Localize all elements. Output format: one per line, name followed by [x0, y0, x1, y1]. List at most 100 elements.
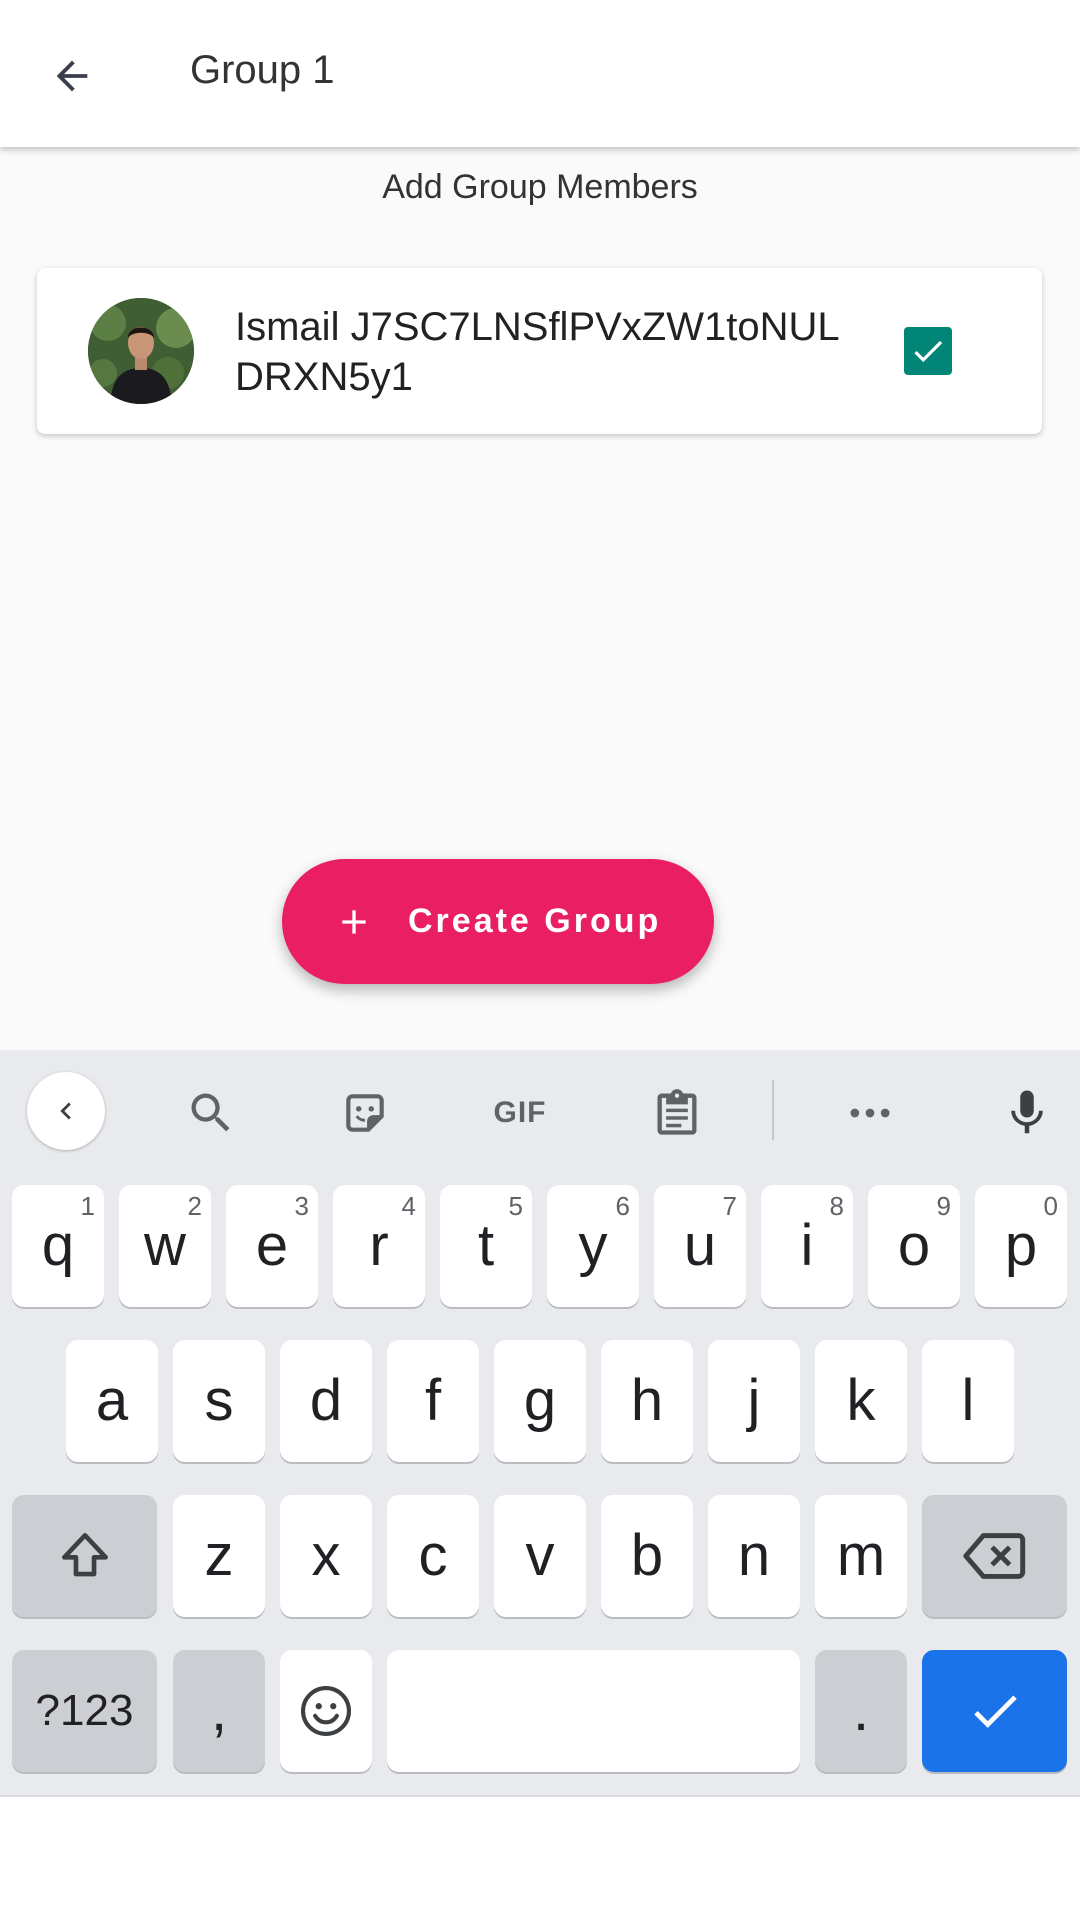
key-z[interactable]: z [173, 1495, 265, 1617]
shift-icon [61, 1533, 108, 1577]
back-button[interactable] [34, 38, 110, 114]
key-hint: 1 [80, 1191, 95, 1221]
key-o[interactable]: 9o [868, 1185, 960, 1307]
key-label: p [1004, 1213, 1038, 1278]
key-c[interactable]: c [387, 1495, 479, 1617]
key-label: j [747, 1368, 761, 1433]
key-hint: 2 [187, 1191, 202, 1221]
key-e[interactable]: 3e [226, 1185, 318, 1307]
plus-icon [334, 902, 374, 942]
enter-key[interactable] [922, 1650, 1067, 1772]
key-label: s [204, 1368, 234, 1433]
key-label: y [578, 1213, 608, 1278]
key-hint: 3 [294, 1191, 309, 1221]
key-label: z [204, 1523, 234, 1588]
key-label: i [800, 1213, 814, 1278]
key-label: n [737, 1523, 771, 1588]
key-label: d [309, 1368, 343, 1433]
key-x[interactable]: x [280, 1495, 372, 1617]
key-h[interactable]: h [601, 1340, 693, 1462]
key-hint: 6 [615, 1191, 630, 1221]
key-j[interactable]: j [708, 1340, 800, 1462]
key-f[interactable]: f [387, 1340, 479, 1462]
key-m[interactable]: m [815, 1495, 907, 1617]
symbols-key[interactable]: ?123 [12, 1650, 157, 1772]
keyboard-search[interactable] [176, 1078, 246, 1148]
section-title: Add Group Members [382, 168, 698, 206]
create-group-label: Create Group [408, 902, 662, 940]
key-label: q [41, 1213, 75, 1278]
key-label: w [144, 1213, 186, 1278]
key-label: f [424, 1368, 442, 1433]
key-s[interactable]: s [173, 1340, 265, 1462]
key-label: x [311, 1523, 341, 1588]
key-label: ?123 [35, 1686, 134, 1735]
key-y[interactable]: 6y [547, 1185, 639, 1307]
key-hint: 0 [1043, 1191, 1058, 1221]
key-label: o [897, 1213, 931, 1278]
key-u[interactable]: 7u [654, 1185, 746, 1307]
key-hint: 8 [829, 1191, 844, 1221]
key-i[interactable]: 8i [761, 1185, 853, 1307]
keyboard-clipboard[interactable] [642, 1078, 712, 1148]
keyboard-more[interactable] [835, 1078, 905, 1148]
key-label: g [523, 1368, 557, 1433]
member-name: Ismail J7SC7LNSflPVxZW1toNULDRXN5y1 [235, 305, 840, 399]
page-title: Group 1 [190, 48, 335, 92]
key-d[interactable]: d [280, 1340, 372, 1462]
gif-label: GIF [493, 1096, 547, 1129]
avatar [88, 298, 194, 404]
key-l[interactable]: l [922, 1340, 1014, 1462]
key-hint: 7 [722, 1191, 737, 1221]
search-icon [191, 1093, 230, 1132]
comma-key[interactable]: , [173, 1650, 265, 1772]
clipboard-icon [657, 1089, 697, 1135]
key-label: , [210, 1678, 228, 1743]
key-r[interactable]: 4r [333, 1185, 425, 1307]
key-g[interactable]: g [494, 1340, 586, 1462]
key-hint: 9 [936, 1191, 951, 1221]
period-key[interactable]: . [815, 1650, 907, 1772]
member-list-item[interactable]: Ismail J7SC7LNSflPVxZW1toNULDRXN5y1 [37, 268, 1042, 434]
keyboard-toolbar-back[interactable] [27, 1072, 105, 1150]
key-hint: 4 [401, 1191, 416, 1221]
emoji-icon [300, 1685, 352, 1737]
mic-icon [1011, 1090, 1043, 1134]
emoji-key[interactable] [280, 1650, 372, 1772]
key-label: v [525, 1523, 555, 1588]
key-label: t [477, 1213, 495, 1278]
key-label: a [95, 1368, 129, 1433]
key-label: e [255, 1213, 289, 1278]
key-v[interactable]: v [494, 1495, 586, 1617]
keyboard-voice[interactable] [992, 1078, 1062, 1148]
key-b[interactable]: b [601, 1495, 693, 1617]
key-t[interactable]: 5t [440, 1185, 532, 1307]
shift-key[interactable] [12, 1495, 157, 1617]
key-w[interactable]: 2w [119, 1185, 211, 1307]
backspace-key[interactable] [922, 1495, 1067, 1617]
key-label: c [418, 1523, 448, 1588]
arrow-back-icon [56, 60, 88, 92]
key-label: h [630, 1368, 664, 1433]
check-icon [914, 340, 943, 363]
app-bar: Group 1 [0, 0, 1080, 147]
keyboard-gif[interactable]: GIF [485, 1078, 555, 1148]
key-p[interactable]: 0p [975, 1185, 1067, 1307]
key-n[interactable]: n [708, 1495, 800, 1617]
keyboard-sticker[interactable] [330, 1078, 400, 1148]
more-horiz-icon [850, 1108, 890, 1118]
member-checkbox[interactable] [904, 327, 952, 375]
navigation-area [0, 1795, 1080, 1922]
key-label: u [683, 1213, 717, 1278]
key-a[interactable]: a [66, 1340, 158, 1462]
create-group-button[interactable]: Create Group [282, 859, 714, 984]
key-label: r [369, 1213, 389, 1278]
key-label: m [836, 1523, 886, 1588]
key-k[interactable]: k [815, 1340, 907, 1462]
key-hint: 5 [508, 1191, 523, 1221]
backspace-icon [962, 1533, 1025, 1579]
space-key[interactable] [387, 1650, 800, 1772]
key-label: k [846, 1368, 876, 1433]
key-q[interactable]: 1q [12, 1185, 104, 1307]
key-label: b [630, 1523, 664, 1588]
